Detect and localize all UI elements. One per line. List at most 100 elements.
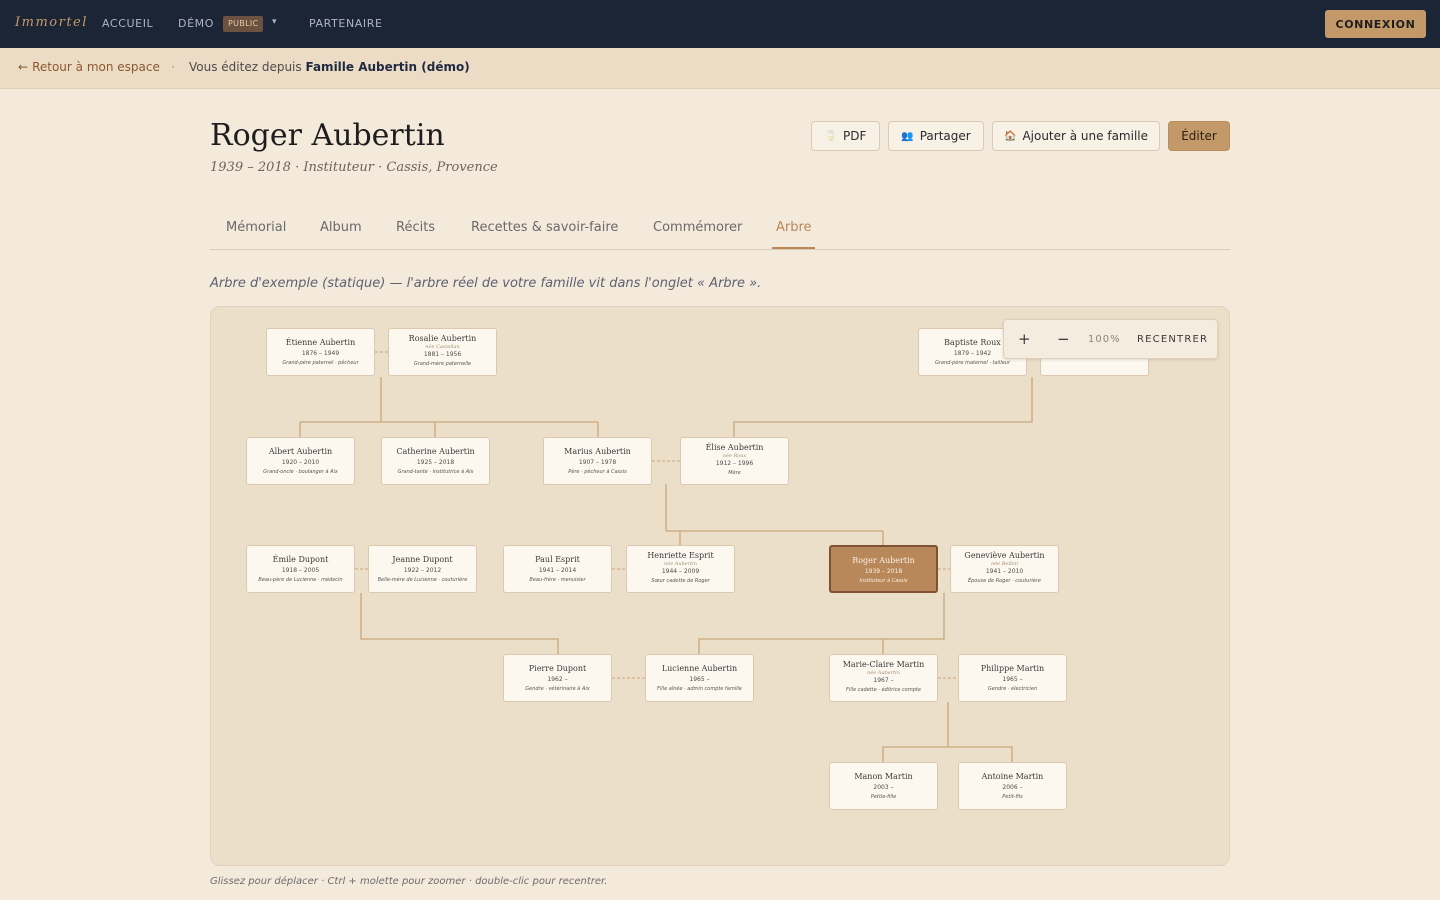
tree-node[interactable]: Manon Martin 2003 – Petite-fille — [829, 762, 938, 810]
node-dates: 1967 – — [873, 677, 894, 684]
tree-node[interactable]: Pierre Dupont 1962 – Gendre · vétérinair… — [503, 654, 612, 702]
node-maiden-name: née Roux — [722, 453, 747, 459]
pdf-label: PDF — [843, 129, 867, 143]
tab-arbre[interactable]: Arbre — [776, 220, 812, 235]
nav-demo[interactable]: DÉMO — [178, 17, 214, 30]
zoom-controls: + − 100% RECENTRER — [1003, 319, 1218, 359]
tab-memorial[interactable]: Mémorial — [226, 220, 286, 235]
tree-node[interactable]: Jeanne Dupont 1922 – 2012 Belle-mère de … — [368, 545, 477, 593]
login-button[interactable]: CONNEXION — [1325, 10, 1426, 38]
node-dates: 1944 – 2009 — [661, 568, 700, 575]
back-link-label: Retour à mon espace — [32, 60, 160, 74]
house-icon: 🏠 — [1003, 130, 1017, 142]
tab-album[interactable]: Album — [320, 220, 362, 235]
node-role: Grand-père paternel · pêcheur — [282, 360, 359, 366]
arrow-left-icon: ← — [18, 60, 29, 74]
tree-node[interactable]: Albert Aubertin 1920 – 2010 Grand-oncle … — [246, 437, 355, 485]
node-name: Albert Aubertin — [268, 447, 333, 456]
node-role: Gendre · électricien — [987, 686, 1038, 692]
tree-node[interactable]: Antoine Martin 2006 – Petit-fils — [958, 762, 1067, 810]
add-to-family-button[interactable]: 🏠 Ajouter à une famille — [992, 121, 1160, 151]
tree-node[interactable]: Rosalie Aubertin née Castellan 1881 – 19… — [388, 328, 497, 376]
node-role: Mère — [728, 470, 741, 476]
node-dates: 1876 – 1949 — [301, 350, 340, 357]
recenter-button[interactable]: RECENTRER — [1137, 334, 1208, 345]
node-dates: 2003 – — [873, 784, 894, 791]
add-family-label: Ajouter à une famille — [1022, 129, 1148, 143]
zoom-in-button[interactable]: + — [1018, 330, 1031, 348]
node-role: Fille aînée · admin compte famille — [657, 686, 742, 692]
node-name: Geneviève Aubertin — [964, 551, 1045, 560]
node-role: Petit-fils — [1002, 794, 1023, 800]
node-role: Belle-mère de Lucienne · couturière — [377, 577, 468, 583]
node-role: Beau-frère · menuisier — [529, 577, 586, 583]
editing-family: Famille Aubertin (démo) — [305, 60, 470, 74]
tree-node[interactable]: Élise Aubertin née Roux 1912 – 1996 Mère — [680, 437, 789, 485]
node-name: Henriette Esprit — [647, 551, 714, 560]
tree-node[interactable]: Geneviève Aubertin née Bellini 1941 – 20… — [950, 545, 1059, 593]
tree-node[interactable]: Henriette Esprit née Aubertin 1944 – 200… — [626, 545, 735, 593]
profile-tabs: Mémorial Album Récits Recettes & savoir-… — [210, 210, 1230, 250]
tree-node[interactable]: Philippe Martin 1965 – Gendre · électric… — [958, 654, 1067, 702]
node-dates: 1925 – 2018 — [416, 459, 455, 466]
tree-node[interactable]: Marius Aubertin 1907 – 1978 Père · pêche… — [543, 437, 652, 485]
edit-context-bar: ← Retour à mon espace · Vous éditez depu… — [0, 48, 1440, 89]
node-name: Jeanne Dupont — [392, 555, 453, 564]
person-subtitle: 1939 – 2018 · Instituteur · Cassis, Prov… — [210, 160, 498, 175]
page-title: Roger Aubertin — [210, 118, 445, 153]
node-name: Philippe Martin — [980, 664, 1045, 673]
node-role: Père · pêcheur à Cassis — [568, 469, 627, 475]
brand-logo[interactable]: Immortel — [15, 15, 88, 30]
node-role: Grand-tante · institutrice à Aix — [397, 469, 474, 475]
node-role: Petite-fille — [870, 794, 897, 800]
chevron-down-icon[interactable]: ▾ — [272, 17, 277, 27]
node-maiden-name: née Bellini — [991, 561, 1018, 567]
node-dates: 1941 – 2010 — [985, 568, 1024, 575]
node-dates: 1920 – 2010 — [281, 459, 320, 466]
node-dates: 1965 – — [689, 676, 710, 683]
tree-node[interactable]: Étienne Aubertin 1876 – 1949 Grand-père … — [266, 328, 375, 376]
node-role: Grand-oncle · boulanger à Aix — [263, 469, 338, 475]
node-dates: 1939 – 2018 — [864, 568, 903, 575]
node-name: Élise Aubertin — [705, 443, 764, 452]
node-role: Gendre · vétérinaire à Aix — [525, 686, 590, 692]
tab-recits[interactable]: Récits — [396, 220, 435, 235]
zoom-out-button[interactable]: − — [1057, 330, 1070, 348]
editing-prefix: Vous éditez depuis — [189, 60, 302, 74]
top-navbar: Immortel ACCUEIL DÉMO PUBLIC ▾ PARTENAIR… — [0, 0, 1440, 48]
share-button[interactable]: 👥 Partager — [888, 121, 984, 151]
public-badge: PUBLIC — [223, 16, 264, 32]
node-name: Paul Esprit — [535, 555, 580, 564]
people-icon: 👥 — [901, 130, 914, 142]
active-tab-indicator — [772, 247, 815, 249]
node-role: Grand-père maternel · tailleur — [934, 360, 1011, 366]
zoom-level: 100% — [1088, 334, 1121, 345]
tree-node[interactable]: Marie-Claire Martin née Aubertin 1967 – … — [829, 654, 938, 702]
node-maiden-name: née Aubertin — [867, 670, 900, 676]
pdf-button[interactable]: 🥛 PDF — [811, 121, 880, 151]
tree-node[interactable]: Émile Dupont 1918 – 2005 Beau-père de Lu… — [246, 545, 355, 593]
tree-node[interactable]: Lucienne Aubertin 1965 – Fille aînée · a… — [645, 654, 754, 702]
tab-recettes[interactable]: Recettes & savoir-faire — [471, 220, 618, 235]
nav-accueil[interactable]: ACCUEIL — [102, 17, 153, 30]
node-dates: 1881 – 1956 — [423, 351, 462, 358]
tree-node-focus[interactable]: Roger Aubertin 1939 – 2018 Instituteur à… — [829, 545, 938, 593]
glass-icon: 🥛 — [824, 130, 838, 142]
tree-node[interactable]: Paul Esprit 1941 – 2014 Beau-frère · men… — [503, 545, 612, 593]
tree-node[interactable]: Catherine Aubertin 1925 – 2018 Grand-tan… — [381, 437, 490, 485]
node-role: Épouse de Roger · couturière — [967, 578, 1042, 584]
back-to-space-link[interactable]: ← Retour à mon espace — [18, 60, 160, 74]
node-name: Catherine Aubertin — [396, 447, 475, 456]
edit-button[interactable]: Éditer — [1168, 121, 1230, 151]
node-dates: 1962 – — [547, 676, 568, 683]
tree-help-hint: Glissez pour déplacer · Ctrl + molette p… — [210, 876, 608, 887]
tab-commemorer[interactable]: Commémorer — [653, 220, 742, 235]
node-dates: 2006 – — [1002, 784, 1023, 791]
tree-note: Arbre d'exemple (statique) — l'arbre rée… — [210, 276, 762, 291]
node-name: Pierre Dupont — [528, 664, 587, 673]
node-dates: 1922 – 2012 — [403, 567, 442, 574]
node-role: Beau-père de Lucienne · médecin — [258, 577, 343, 583]
family-tree-canvas[interactable]: Étienne Aubertin 1876 – 1949 Grand-père … — [210, 306, 1230, 866]
nav-partenaire[interactable]: PARTENAIRE — [309, 17, 383, 30]
node-role: Grand-mère paternelle — [413, 361, 472, 367]
